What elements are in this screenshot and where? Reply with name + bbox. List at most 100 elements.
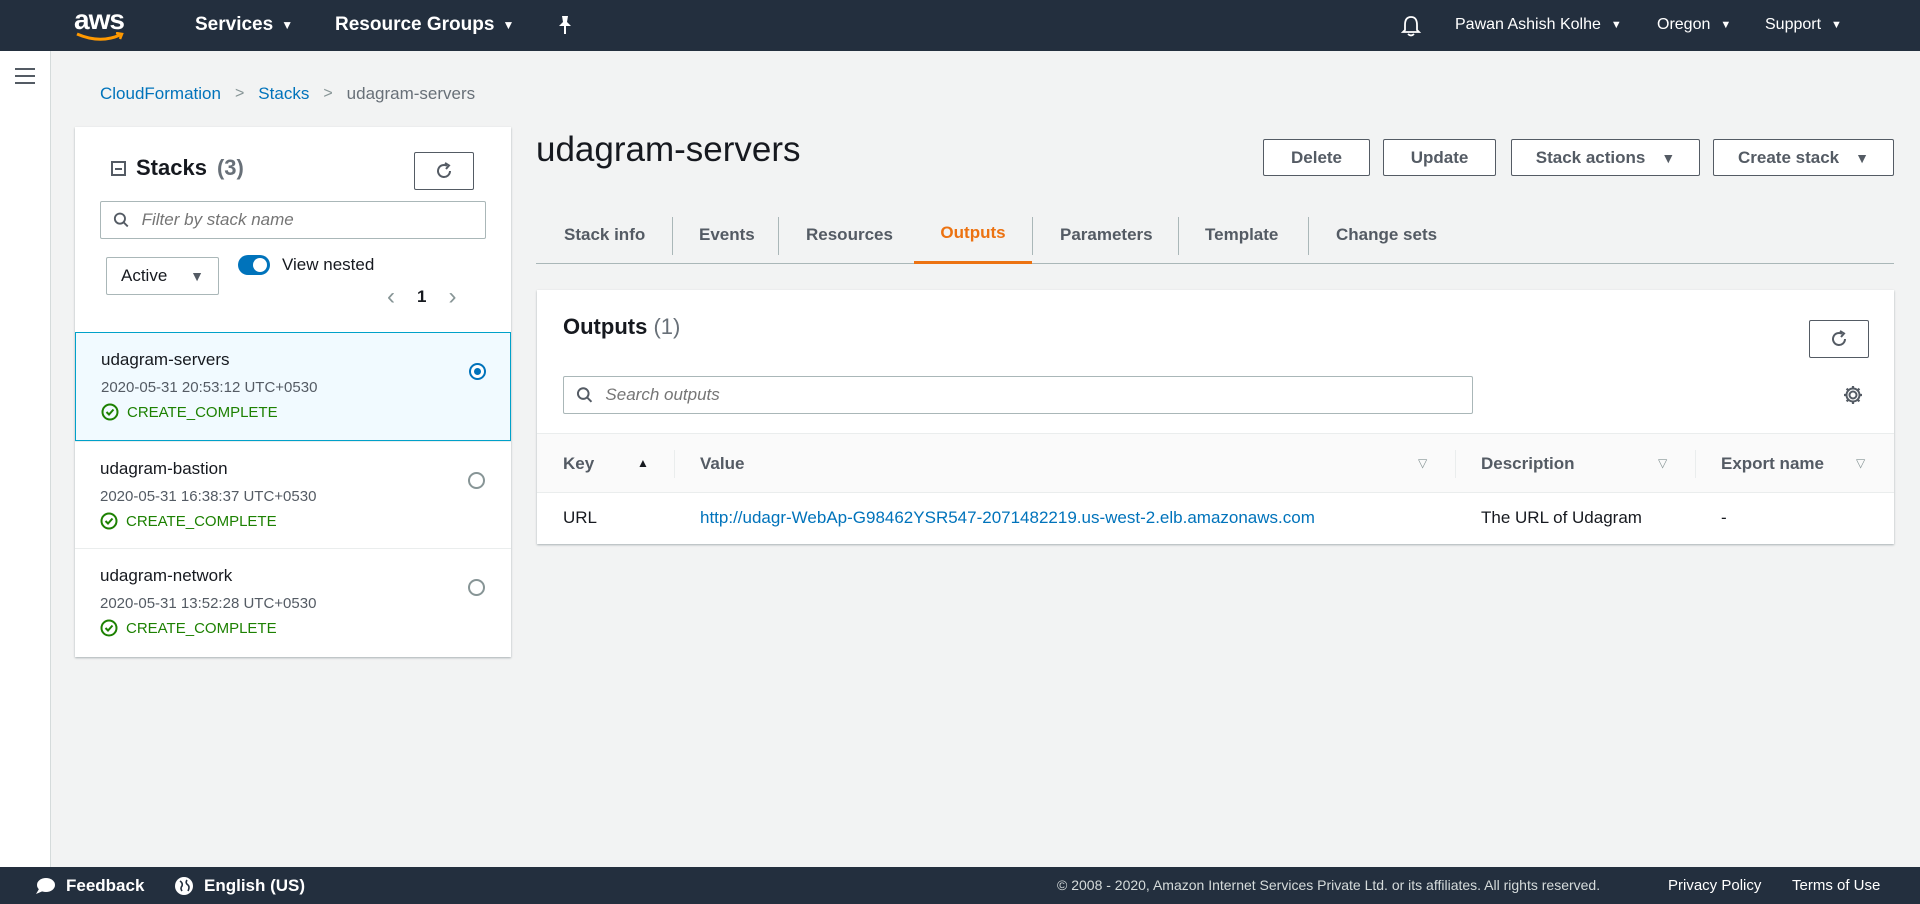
chevron-down-icon: ▼: [1720, 19, 1732, 31]
status-filter-value: Active: [121, 266, 168, 285]
footer: Feedback English (US) © 2008 - 2020, Ama…: [0, 867, 1920, 904]
chevron-right-icon: >: [234, 85, 245, 102]
outputs-search-input[interactable]: [605, 385, 1472, 405]
resource-groups-label: Resource Groups: [335, 14, 495, 35]
column-value[interactable]: Value: [700, 454, 744, 474]
hamburger-menu-icon[interactable]: [15, 68, 35, 84]
copyright-text: © 2008 - 2020, Amazon Internet Services …: [1057, 877, 1601, 893]
stack-actions-button[interactable]: Stack actions ▼: [1511, 139, 1700, 176]
status-filter-select[interactable]: Active ▼: [106, 257, 219, 295]
column-description[interactable]: Description: [1481, 454, 1575, 474]
column-export-name[interactable]: Export name: [1721, 454, 1824, 474]
column-divider: [1695, 450, 1696, 478]
support-label: Support: [1765, 16, 1822, 33]
tab-divider: [672, 217, 673, 255]
tab-resources[interactable]: Resources: [806, 205, 893, 264]
tab-stack-info[interactable]: Stack info: [564, 205, 645, 264]
stack-radio[interactable]: [468, 472, 485, 489]
chevron-down-icon: ▼: [281, 18, 294, 32]
services-menu[interactable]: Services ▼: [195, 14, 293, 36]
create-stack-button[interactable]: Create stack ▼: [1713, 139, 1894, 176]
stack-filter-input[interactable]: [141, 210, 485, 230]
tab-divider: [1032, 217, 1033, 255]
outputs-refresh-button[interactable]: [1809, 320, 1869, 358]
tab-change-sets[interactable]: Change sets: [1336, 205, 1437, 264]
outputs-table-header: Key ▲ Value ▽ Description ▽ Export name …: [537, 433, 1894, 493]
column-divider: [674, 450, 675, 478]
column-key[interactable]: Key: [563, 454, 594, 474]
stack-actions-label: Stack actions: [1535, 147, 1646, 167]
stack-item[interactable]: udagram-servers 2020-05-31 20:53:12 UTC+…: [75, 332, 511, 441]
output-value: http://udagr-WebAp-G98462YSR547-20714822…: [700, 508, 1315, 528]
support-menu[interactable]: Support ▼: [1765, 16, 1842, 34]
sort-icon[interactable]: ▽: [1856, 456, 1865, 470]
refresh-icon: [437, 162, 451, 178]
feedback-label: Feedback: [66, 876, 145, 895]
stack-filter-box: [100, 201, 486, 239]
collapse-icon[interactable]: [111, 160, 126, 176]
stack-date: 2020-05-31 20:53:12 UTC+0530: [101, 379, 318, 396]
feedback-button[interactable]: Feedback: [34, 876, 144, 896]
previous-page-icon[interactable]: ‹: [387, 283, 395, 311]
gear-icon[interactable]: [1842, 384, 1864, 406]
user-name: Pawan Ashish Kolhe: [1455, 16, 1601, 33]
delete-button[interactable]: Delete: [1263, 139, 1370, 176]
stack-date: 2020-05-31 16:38:37 UTC+0530: [100, 488, 317, 505]
stack-tabs: Stack info Events Resources Outputs Para…: [536, 205, 1894, 264]
region-label: Oregon: [1657, 16, 1711, 33]
stack-name: udagram-bastion: [100, 459, 228, 478]
user-menu[interactable]: Pawan Ashish Kolhe ▼: [1455, 16, 1622, 34]
aws-logo[interactable]: aws: [74, 6, 130, 46]
tab-outputs[interactable]: Outputs: [914, 205, 1032, 264]
check-circle-icon: [101, 403, 119, 421]
output-description: The URL of Udagram: [1481, 508, 1642, 527]
terms-of-use-link[interactable]: Terms of Use: [1792, 877, 1880, 894]
stack-item[interactable]: udagram-bastion 2020-05-31 16:38:37 UTC+…: [75, 441, 511, 550]
output-export-name: -: [1721, 508, 1727, 527]
sort-icon[interactable]: ▽: [1658, 456, 1667, 470]
next-page-icon[interactable]: ›: [448, 283, 456, 311]
tab-parameters[interactable]: Parameters: [1060, 205, 1153, 264]
stack-name: udagram-network: [100, 566, 233, 585]
current-page[interactable]: 1: [417, 287, 426, 307]
globe-icon: [175, 877, 193, 895]
stacks-panel: Stacks (3) Active ▼ View nested ‹ 1 › ud…: [75, 127, 511, 657]
view-nested-switch[interactable]: [238, 255, 270, 275]
stacks-count: (3): [216, 155, 244, 180]
output-value-link[interactable]: http://udagr-WebAp-G98462YSR547-20714822…: [700, 508, 1315, 527]
aws-logo-text: aws: [74, 4, 125, 35]
pin-icon[interactable]: [555, 14, 575, 36]
column-divider: [1455, 450, 1456, 478]
refresh-icon: [1832, 330, 1846, 346]
tab-template[interactable]: Template: [1205, 205, 1278, 264]
region-menu[interactable]: Oregon ▼: [1657, 16, 1731, 34]
breadcrumb-cloudformation[interactable]: CloudFormation: [100, 84, 221, 104]
caret-down-icon: ▼: [1661, 149, 1676, 166]
check-circle-icon: [100, 619, 118, 637]
breadcrumb-stacks[interactable]: Stacks: [258, 84, 309, 104]
stacks-refresh-button[interactable]: [414, 152, 474, 190]
resource-groups-menu[interactable]: Resource Groups ▼: [335, 14, 514, 36]
output-key: URL: [563, 508, 598, 527]
privacy-policy-link[interactable]: Privacy Policy: [1668, 877, 1761, 894]
stack-item[interactable]: udagram-network 2020-05-31 13:52:28 UTC+…: [75, 548, 511, 657]
chevron-right-icon: >: [323, 85, 333, 102]
caret-down-icon: ▼: [1855, 149, 1869, 166]
stack-status-text: CREATE_COMPLETE: [127, 403, 278, 421]
outputs-header: Outputs (1): [563, 314, 680, 340]
sort-ascending-icon[interactable]: ▲: [637, 456, 649, 470]
tab-events[interactable]: Events: [699, 205, 755, 264]
sort-icon[interactable]: ▽: [1418, 456, 1427, 470]
bell-icon[interactable]: [1400, 14, 1422, 38]
stack-radio[interactable]: [469, 363, 486, 380]
outputs-panel: Outputs (1) Key ▲ Value ▽ Description ▽ …: [537, 290, 1894, 544]
language-selector[interactable]: English (US): [174, 876, 305, 896]
stacks-title: Stacks: [136, 155, 207, 180]
stack-status: CREATE_COMPLETE: [101, 403, 510, 421]
stack-name: udagram-servers: [101, 350, 230, 369]
search-icon: [113, 212, 129, 228]
stack-radio[interactable]: [468, 579, 485, 596]
smile-icon: [76, 32, 124, 41]
update-button[interactable]: Update: [1383, 139, 1496, 176]
stack-date: 2020-05-31 13:52:28 UTC+0530: [100, 595, 317, 612]
